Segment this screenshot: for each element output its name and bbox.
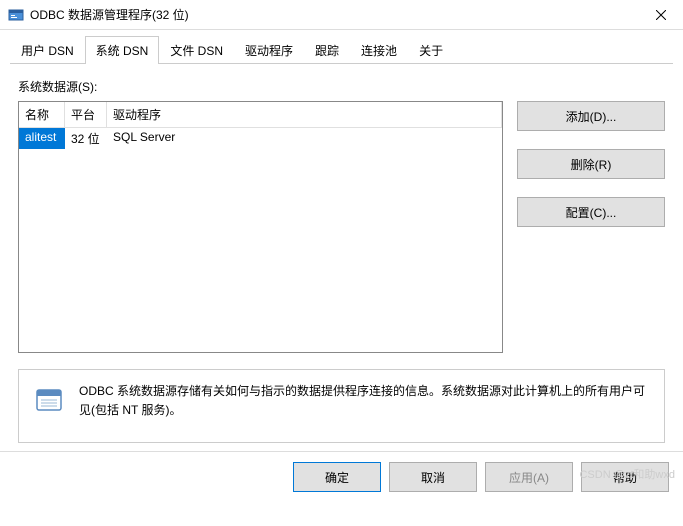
apply-button[interactable]: 应用(A) <box>485 462 573 492</box>
tab-content: 系统数据源(S): 名称 平台 驱动程序 alitest 32 位 SQL Se… <box>0 64 683 451</box>
window-title: ODBC 数据源管理程序(32 位) <box>30 6 638 23</box>
col-header-platform[interactable]: 平台 <box>65 102 107 128</box>
tab-strip: 用户 DSN 系统 DSN 文件 DSN 驱动程序 跟踪 连接池 关于 <box>0 30 683 64</box>
help-button[interactable]: 帮助 <box>581 462 669 492</box>
col-header-driver[interactable]: 驱动程序 <box>107 102 502 128</box>
tab-system-dsn[interactable]: 系统 DSN <box>85 36 160 64</box>
list-header: 名称 平台 驱动程序 <box>19 102 502 128</box>
side-buttons: 添加(D)... 删除(R) 配置(C)... <box>517 101 665 353</box>
cell-platform: 32 位 <box>65 128 107 149</box>
info-box: ODBC 系统数据源存储有关如何与指示的数据提供程序连接的信息。系统数据源对此计… <box>18 369 665 443</box>
cell-driver: SQL Server <box>107 128 502 149</box>
tab-drivers[interactable]: 驱动程序 <box>234 36 304 64</box>
list-row[interactable]: alitest 32 位 SQL Server <box>19 128 502 149</box>
tab-pooling[interactable]: 连接池 <box>350 36 408 64</box>
add-button[interactable]: 添加(D)... <box>517 101 665 131</box>
info-icon <box>33 384 65 416</box>
remove-button[interactable]: 删除(R) <box>517 149 665 179</box>
list-label: 系统数据源(S): <box>18 78 665 95</box>
titlebar: ODBC 数据源管理程序(32 位) <box>0 0 683 30</box>
cancel-button[interactable]: 取消 <box>389 462 477 492</box>
tab-file-dsn[interactable]: 文件 DSN <box>159 36 234 64</box>
cell-name: alitest <box>19 128 65 149</box>
tab-user-dsn[interactable]: 用户 DSN <box>10 36 85 64</box>
close-button[interactable] <box>638 0 683 30</box>
ok-button[interactable]: 确定 <box>293 462 381 492</box>
app-icon <box>8 7 24 23</box>
dsn-listbox[interactable]: 名称 平台 驱动程序 alitest 32 位 SQL Server <box>18 101 503 353</box>
col-header-name[interactable]: 名称 <box>19 102 65 128</box>
tab-tracing[interactable]: 跟踪 <box>304 36 350 64</box>
configure-button[interactable]: 配置(C)... <box>517 197 665 227</box>
tab-about[interactable]: 关于 <box>408 36 454 64</box>
dialog-footer: 确定 取消 应用(A) 帮助 <box>0 451 683 502</box>
info-text: ODBC 系统数据源存储有关如何与指示的数据提供程序连接的信息。系统数据源对此计… <box>79 382 650 420</box>
